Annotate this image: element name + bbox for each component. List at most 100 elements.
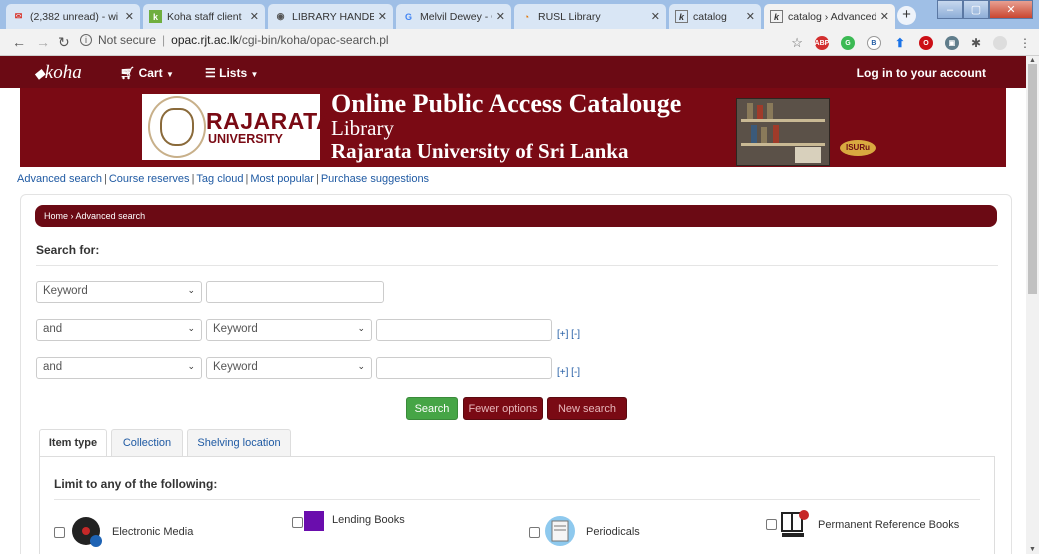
books-image (736, 98, 830, 166)
scroll-up-icon[interactable]: ▲ (1029, 57, 1036, 64)
security-label: Not secure (98, 33, 157, 47)
limit-heading: Limit to any of the following: (54, 477, 218, 491)
close-tab-icon[interactable]: ✕ (496, 10, 505, 23)
extension-b-icon[interactable]: B (866, 36, 881, 50)
university-name: RAJARATA (206, 108, 334, 134)
caret-down-icon: ▼ (165, 70, 174, 79)
most-popular-link[interactable]: Most popular (250, 173, 314, 185)
google-icon: G (404, 11, 412, 22)
info-icon[interactable]: i (80, 34, 92, 46)
item-type-label: Lending Books (332, 514, 405, 526)
reference-books-icon (781, 510, 809, 537)
tab-collection[interactable]: Collection (111, 429, 183, 456)
browser-tab-catalog[interactable]: k catalog ✕ (669, 4, 761, 29)
checkbox-periodicals[interactable] (529, 527, 540, 538)
add-remove-row-link-3[interactable]: [+] [-] (557, 367, 580, 378)
advanced-search-link[interactable]: Advanced search (17, 173, 102, 185)
search-term-input-2[interactable] (376, 319, 552, 341)
page-scrollbar[interactable]: ▲ ▼ (1026, 56, 1039, 554)
minimize-icon[interactable]: – (937, 0, 963, 19)
scrollbar-thumb[interactable] (1028, 64, 1037, 294)
grammarly-icon[interactable]: G (840, 36, 855, 50)
menu-icon[interactable]: ⋮ (1019, 36, 1031, 50)
forward-icon[interactable]: → (36, 34, 50, 50)
koha-icon: k (770, 10, 783, 23)
browser-tab-koha-staff[interactable]: k Koha staff client ✕ (143, 4, 265, 29)
browser-tab-advanced[interactable]: k catalog › Advanced ✕ (764, 4, 895, 29)
advanced-search-card: Home › Advanced search Search for: Keywo… (20, 194, 1012, 554)
chevron-down-icon: ⌄ (187, 323, 195, 333)
checkbox-permanent-reference[interactable] (766, 519, 777, 530)
opac-title: Online Public Access Catalouge (331, 89, 682, 118)
tab-item-type[interactable]: Item type (39, 429, 107, 456)
checkbox-lending-books[interactable] (292, 517, 303, 528)
purchase-suggestions-link[interactable]: Purchase suggestions (321, 173, 429, 185)
close-window-icon[interactable]: ✕ (989, 0, 1033, 19)
search-term-input-3[interactable] (376, 357, 552, 379)
breadcrumb-current[interactable]: Advanced search (76, 211, 146, 221)
koha-logo[interactable]: ◆koha (34, 62, 82, 84)
course-reserves-link[interactable]: Course reserves (109, 173, 190, 185)
maximize-icon[interactable]: ▢ (963, 0, 989, 19)
chevron-down-icon: ⌄ (357, 323, 365, 333)
scroll-down-icon[interactable]: ▼ (1029, 546, 1036, 553)
boolean-operator-select-3[interactable]: and ⌄ (36, 357, 202, 379)
tag-cloud-link[interactable]: Tag cloud (196, 173, 243, 185)
page-content: ◆koha 🛒︎ Cart ▼ ☰ Lists ▼ Log in to your… (0, 56, 1026, 554)
university-emblem-icon (148, 96, 206, 158)
profile-icon[interactable] (993, 36, 1007, 50)
koha-leaf-icon: ◆ (34, 67, 45, 82)
isuru-badge: ISURu (840, 140, 876, 156)
globe-icon: ◉ (276, 11, 285, 21)
quick-links: Advanced search | Course reserves | Tag clou… (17, 173, 430, 185)
close-tab-icon[interactable]: ✕ (250, 10, 259, 23)
chevron-down-icon: ⌄ (187, 361, 195, 371)
back-icon[interactable]: ← (12, 34, 26, 50)
close-tab-icon[interactable]: ✕ (880, 10, 889, 23)
search-index-select-2[interactable]: Keyword ⌄ (206, 319, 372, 341)
new-tab-button[interactable]: + (897, 6, 916, 25)
opera-icon[interactable]: O (918, 36, 933, 50)
fewer-options-button[interactable]: Fewer options (463, 397, 543, 420)
checkbox-electronic-media[interactable] (54, 527, 65, 538)
address-bar[interactable]: i Not secure | opac.rjt.ac.lk /cgi-bin/k… (80, 33, 389, 47)
opac-library: Library (331, 116, 394, 140)
search-index-select-1[interactable]: Keyword ⌄ (36, 281, 202, 303)
search-term-input-1[interactable] (206, 281, 384, 303)
breadcrumb-home[interactable]: Home (44, 211, 68, 221)
lending-books-icon (304, 511, 324, 531)
item-type-label: Permanent Reference Books (818, 519, 960, 531)
extension-cube-icon[interactable]: ▣ (944, 36, 959, 50)
cart-icon: 🛒︎ (120, 66, 136, 80)
lists-menu[interactable]: ☰ Lists ▼ (205, 66, 258, 80)
tab-shelving-location[interactable]: Shelving location (187, 429, 291, 456)
extension-icons: ☆ ABP G B ⬆ O ▣ ✱ ⋮ (791, 35, 1031, 51)
search-heading: Search for: (36, 243, 100, 257)
chevron-down-icon: ⌄ (187, 285, 195, 295)
rusl-icon: ◔ (523, 11, 530, 22)
close-tab-icon[interactable]: ✕ (746, 10, 755, 23)
reload-icon[interactable]: ↻ (58, 34, 70, 51)
browser-toolbar: ← → ↻ i Not secure | opac.rjt.ac.lk /cgi… (0, 29, 1039, 56)
url-host: opac.rjt.ac.lk (171, 33, 239, 47)
search-index-select-3[interactable]: Keyword ⌄ (206, 357, 372, 379)
add-remove-row-link-2[interactable]: [+] [-] (557, 329, 580, 340)
new-search-button[interactable]: New search (547, 397, 627, 420)
browser-tab-rusl[interactable]: ◔ RUSL Library ✕ (514, 4, 666, 29)
bookmark-star-icon[interactable]: ☆ (791, 35, 803, 51)
puzzle-icon[interactable]: ✱ (971, 36, 981, 50)
boolean-operator-select-2[interactable]: and ⌄ (36, 319, 202, 341)
university-sub: UNIVERSITY (208, 132, 284, 146)
library-banner: RAJARATA UNIVERSITY Online Public Access… (20, 88, 1006, 167)
cart-menu[interactable]: 🛒︎ Cart ▼ (120, 66, 174, 80)
adblock-icon[interactable]: ABP (815, 36, 829, 50)
browser-tab-gmail[interactable]: ✉ (2,382 unread) - wi ✕ (6, 4, 140, 29)
close-tab-icon[interactable]: ✕ (651, 10, 660, 23)
login-link[interactable]: Log in to your account (857, 66, 986, 80)
close-tab-icon[interactable]: ✕ (125, 10, 134, 23)
browser-tab-handbook[interactable]: ◉ LIBRARY HANDBOO ✕ (268, 4, 393, 29)
close-tab-icon[interactable]: ✕ (378, 10, 387, 23)
browser-tab-google[interactable]: G Melvil Dewey - Goo ✕ (396, 4, 511, 29)
search-button[interactable]: Search (406, 397, 458, 420)
upload-icon[interactable]: ⬆ (893, 36, 907, 50)
